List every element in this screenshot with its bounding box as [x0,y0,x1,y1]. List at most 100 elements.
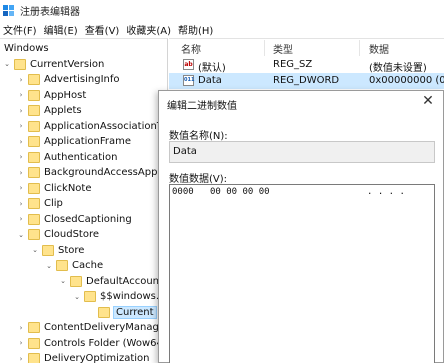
menu-bar: 文件(F) 编辑(E) 查看(V) 收藏夹(A) 帮助(H) [0,21,444,38]
binary-value-icon: 011 [183,75,194,86]
chevron-right-icon[interactable]: › [16,138,26,146]
tree-item[interactable]: › AppHost [16,88,86,103]
chevron-right-icon[interactable]: › [16,215,26,223]
tree-item[interactable]: › AdvertisingInfo [16,72,120,87]
tree-item-label: CurrentVersion [30,58,105,70]
tree-item[interactable]: › ClosedCaptioning [16,212,132,227]
tree-item-label: DefaultAccount [86,275,163,287]
tree-item-label: Windows [4,43,49,54]
tree-item[interactable]: › ApplicationFrame [16,134,131,149]
tree-item[interactable]: ⌄ $$windows.da [72,289,167,304]
chevron-right-icon[interactable]: › [16,169,26,177]
tree-item[interactable]: Windows [2,41,49,56]
chevron-right-icon[interactable]: › [16,200,26,208]
close-icon[interactable]: ✕ [419,92,437,110]
folder-icon [28,353,40,363]
chevron-down-icon[interactable]: ⌄ [44,262,54,270]
tree-item[interactable]: › Authentication [16,150,117,165]
tree-item[interactable]: › Clip [16,196,63,211]
value-row-selected[interactable]: 011 Data REG_DWORD 0x00000000 (0) [169,73,444,89]
chevron-down-icon[interactable]: ⌄ [30,246,40,254]
column-divider[interactable] [359,40,360,56]
chevron-right-icon[interactable]: › [16,324,26,332]
chevron-right-icon[interactable]: › [16,122,26,130]
value-data: (数值未设置) [369,63,427,74]
tree-item[interactable]: › ClickNote [16,181,92,196]
value-name-label: 数值名称(N): [169,131,228,142]
folder-icon [28,337,40,349]
folder-icon [28,198,40,209]
tree-item-label: Clip [44,198,63,209]
tree-item[interactable]: ⌄ DefaultAccount [58,274,163,289]
hex-offset: 0000 [172,187,194,197]
tree-item[interactable]: ⌄ CurrentVersion [2,57,104,72]
folder-icon [28,213,40,225]
chevron-right-icon[interactable]: › [16,107,26,115]
chevron-right-icon[interactable]: › [16,184,26,192]
tree-item-label: Authentication [44,151,118,163]
chevron-right-icon[interactable]: › [16,339,26,347]
menu-file[interactable]: 文件(F) [2,22,43,37]
tree-item-label: Controls Folder (Wow64) [44,337,167,349]
chevron-down-icon[interactable]: ⌄ [58,277,68,285]
column-header-name[interactable]: 名称 [181,41,201,56]
tree-item[interactable]: › DeliveryOptimization [16,351,149,363]
menu-favorites[interactable]: 收藏夹(A) [125,22,177,37]
folder-icon [28,182,40,194]
value-name: Data [198,75,222,86]
tree-item-label: ContentDeliveryManager [44,322,168,333]
tree-item-label: BackgroundAccessApplicat [44,167,168,178]
tree-item[interactable]: ⌄ Store [30,243,84,258]
tree-item[interactable]: ⌄ Cache [44,258,103,273]
menu-help[interactable]: 帮助(H) [177,22,219,37]
tree-item-label: Applets [44,105,82,116]
folder-icon [28,151,40,163]
folder-icon [56,260,68,271]
value-data: 0x00000000 (0) [369,75,444,86]
folder-icon [98,306,110,318]
column-header-data[interactable]: 数据 [369,41,389,56]
folder-icon [28,89,40,101]
title-bar: 注册表编辑器 [0,0,444,21]
folder-icon [28,120,40,132]
tree-item-label: AdvertisingInfo [44,74,120,85]
tree-item-label: Store [58,244,85,256]
regedit-icon [3,4,15,17]
chevron-down-icon[interactable]: ⌄ [16,231,26,239]
registry-tree[interactable]: Windows ⌄ CurrentVersion › AdvertisingInfo › A… [0,38,168,363]
value-row[interactable]: ab (默认) REG_SZ (数值未设置) [169,57,444,74]
folder-icon [14,58,26,70]
column-header-type[interactable]: 类型 [273,41,293,56]
tree-item[interactable]: › ContentDeliveryManager [16,320,168,335]
tree-item-label: CloudStore [44,229,99,240]
hex-bytes[interactable]: 00 00 00 00 [210,187,270,197]
tree-item[interactable]: › Controls Folder (Wow64) [16,336,167,351]
string-value-icon: ab [183,59,194,70]
tree-item[interactable]: › ApplicationAssociationToas [16,119,167,134]
folder-icon [28,229,40,240]
value-type: REG_DWORD [273,75,340,86]
menu-view[interactable]: 查看(V) [84,22,126,37]
tree-item-label: ClickNote [44,182,92,194]
chevron-right-icon[interactable]: › [16,355,26,363]
menu-edit[interactable]: 编辑(E) [43,22,84,37]
chevron-down-icon[interactable]: ⌄ [72,293,82,301]
chevron-right-icon[interactable]: › [16,76,26,84]
tree-item[interactable]: ⌄ CloudStore [16,227,99,242]
tree-item-label: DeliveryOptimization [44,353,150,363]
tree-item[interactable]: › BackgroundAccessApplicat [16,165,168,180]
hex-editor[interactable]: 0000 00 00 00 00 . . . . [169,184,435,363]
window-title: 注册表编辑器 [20,7,80,18]
tree-item-selected[interactable]: Current [86,305,157,320]
folder-icon [28,322,40,333]
dialog-title: 编辑二进制数值 [167,101,237,112]
tree-item[interactable]: › Applets [16,103,82,118]
tree-item-label: ApplicationFrame [44,136,132,147]
tree-item-label: ClosedCaptioning [44,213,132,225]
chevron-right-icon[interactable]: › [16,91,26,99]
chevron-down-icon[interactable]: ⌄ [2,60,12,68]
column-divider[interactable] [264,40,265,56]
hex-ascii: . . . . [367,187,405,197]
edit-binary-dialog: 编辑二进制数值 ✕ 数值名称(N): Data 数值数据(V): 0000 00… [158,90,444,363]
chevron-right-icon[interactable]: › [16,153,26,161]
